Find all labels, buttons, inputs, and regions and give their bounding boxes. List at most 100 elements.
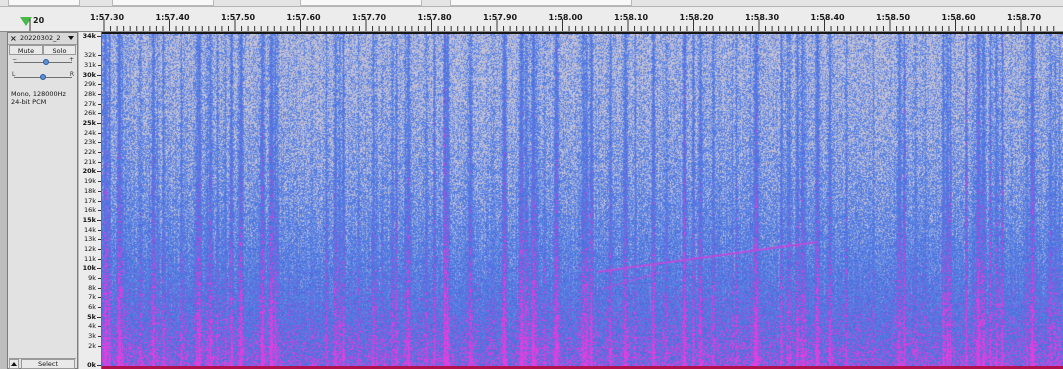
spectrogram-view[interactable] <box>102 32 1063 367</box>
gain-slider[interactable]: − + <box>12 57 74 67</box>
select-track-button[interactable]: Select <box>21 359 75 369</box>
frequency-label: 0k <box>87 361 96 369</box>
frequency-tick <box>98 142 101 144</box>
track-rate-label: Mono, 128000Hz <box>11 90 66 98</box>
ruler-tick-label: 1:57.50 <box>221 13 256 22</box>
frequency-label: 24k <box>83 128 96 137</box>
frequency-label: 31k <box>83 61 96 70</box>
frequency-tick <box>98 113 101 115</box>
frequency-tick <box>98 210 101 212</box>
frequency-label: 29k <box>83 80 96 89</box>
toolbar-strip <box>0 0 1063 7</box>
frequency-label: 21k <box>83 157 96 166</box>
track-name[interactable]: 20220302_2 <box>20 33 60 44</box>
frequency-tick <box>98 132 101 134</box>
ruler-tick-label: 1:57.90 <box>483 13 518 22</box>
frequency-label: 20k <box>82 167 96 176</box>
frequency-tick <box>98 326 101 328</box>
collapse-track-button[interactable] <box>9 359 19 369</box>
frequency-scale[interactable]: 34k 32k 31k 30k 29k 28k 27k 26k 25k 24k 23k 22k 21k 2… <box>79 32 102 369</box>
frequency-label: 2k <box>88 341 96 350</box>
frequency-tick <box>98 181 101 183</box>
ruler-tick-label: 1:58.20 <box>679 13 714 22</box>
toolbar-field[interactable] <box>300 0 422 6</box>
frequency-tick <box>97 316 101 318</box>
frequency-label: 5k <box>87 312 96 321</box>
frequency-label: 23k <box>83 138 96 147</box>
frequency-tick <box>97 171 101 173</box>
close-track-icon[interactable]: × <box>10 33 17 44</box>
frequency-label: 27k <box>83 99 96 108</box>
frequency-label: 7k <box>88 293 96 302</box>
frequency-label: 3k <box>88 331 96 340</box>
ruler-tick-label: 1:58.40 <box>810 13 845 22</box>
frequency-tick <box>98 190 101 192</box>
ruler-tick-label: 1:58.60 <box>941 13 976 22</box>
toolbar-field[interactable] <box>450 0 632 6</box>
frequency-label: 25k <box>82 119 96 128</box>
ruler-tick-label: 1:58.10 <box>614 13 649 22</box>
frequency-label: 13k <box>83 235 96 244</box>
frequency-tick <box>98 287 101 289</box>
ruler-tick-label: 1:58.00 <box>548 13 583 22</box>
frequency-tick <box>97 74 101 76</box>
frequency-tick <box>97 36 101 37</box>
frequency-tick <box>98 335 101 337</box>
frequency-tick <box>98 161 101 163</box>
pan-slider-knob[interactable] <box>40 74 46 80</box>
triangle-up-icon <box>11 362 17 366</box>
frequency-tick <box>97 219 101 221</box>
track-select-row: Select <box>9 358 76 369</box>
frequency-label: 6k <box>88 302 96 311</box>
frequency-tick <box>98 103 101 105</box>
track-menu-chevron-down-icon[interactable] <box>68 36 74 40</box>
frequency-label: 28k <box>83 90 96 99</box>
frequency-label: 19k <box>83 177 96 186</box>
frequency-label: 12k <box>83 244 96 253</box>
solo-button[interactable]: Solo <box>43 45 76 55</box>
ruler-tick-label: 1:58.70 <box>1007 13 1042 22</box>
frequency-tick <box>98 200 101 202</box>
toolbar-field[interactable] <box>8 0 80 6</box>
ruler-tick-label: 1:58.50 <box>876 13 911 22</box>
frequency-label: 16k <box>83 206 96 215</box>
frequency-label: 10k <box>82 264 96 273</box>
ruler-tick-label: 1:57.80 <box>417 13 452 22</box>
frequency-label: 22k <box>83 148 96 157</box>
frequency-label: 32k <box>83 51 96 60</box>
ruler-tick-label: 1:58.30 <box>745 13 780 22</box>
frequency-tick <box>98 239 101 241</box>
ruler-tick-label: 1:57.70 <box>352 13 387 22</box>
ruler-tick-label: 1:57.40 <box>155 13 190 22</box>
frequency-label: 9k <box>88 273 96 282</box>
frequency-tick <box>97 365 101 366</box>
frequency-tick <box>98 258 101 260</box>
frequency-tick <box>98 94 101 96</box>
frequency-tick <box>97 123 101 125</box>
frequency-tick <box>98 248 101 250</box>
mute-button[interactable]: Mute <box>9 45 43 55</box>
frequency-tick <box>98 152 101 154</box>
frequency-label: 26k <box>83 109 96 118</box>
frequency-label: 18k <box>83 186 96 195</box>
ruler-tick-label: 1:57.30 <box>90 13 125 22</box>
toolbar-field[interactable] <box>112 0 214 6</box>
gain-slider-knob[interactable] <box>42 59 49 65</box>
frequency-tick <box>98 277 101 279</box>
frequency-label: 11k <box>83 254 96 263</box>
frequency-label: 4k <box>88 322 96 331</box>
pan-slider[interactable]: L R <box>12 72 74 82</box>
frequency-tick <box>98 229 101 231</box>
track-bitdepth-label: 24-bit PCM <box>11 98 47 106</box>
ruler-tick-label: 1:57.60 <box>286 13 321 22</box>
frequency-tick <box>98 84 101 86</box>
frequency-tick <box>98 345 101 347</box>
frequency-label: 30k <box>82 70 96 79</box>
frequency-label: 15k <box>82 215 96 224</box>
spectrogram-canvas[interactable] <box>102 34 1063 367</box>
timeline-ruler[interactable]: 20 1:57.30 1:57.40 1:57.50 1:57.60 1:57.70 1:… <box>0 7 1063 32</box>
track-format-info: Mono, 128000Hz 24-bit PCM <box>11 90 66 106</box>
frequency-tick <box>98 297 101 299</box>
track-title-bar[interactable]: × 20220302_2 <box>8 33 77 45</box>
frequency-tick <box>98 65 101 67</box>
